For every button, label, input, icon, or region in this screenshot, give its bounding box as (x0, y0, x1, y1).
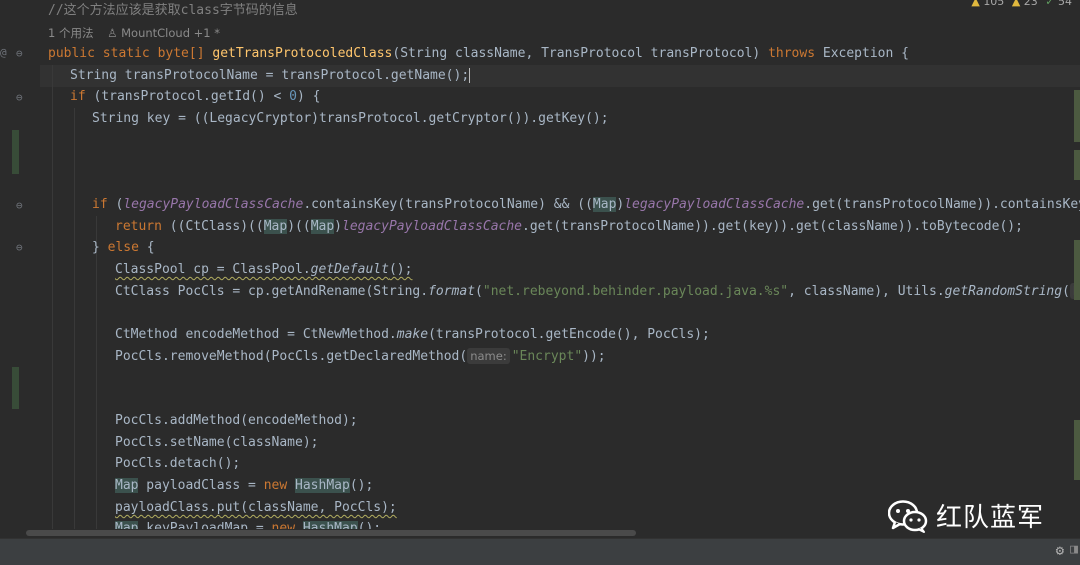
code-line: payloadClass.put(className, PocCls); (115, 500, 397, 515)
weak-warning-icon: ▲ (1011, 0, 1021, 8)
inspection-widget[interactable]: ▲ 105 ▲ 23 ✓ 54 (971, 0, 1072, 8)
editor-gutter[interactable]: @ ⊖ ⊖ ⊖ ⊖ (0, 0, 40, 538)
code-line: CtClass PocCls = cp.getAndRename(String.… (115, 281, 1080, 303)
code-vision-hint[interactable]: 1 个用法 ♙ MountCloud +1 * (48, 25, 220, 41)
code-line: PocCls.addMethod(encodeMethod); (115, 413, 358, 428)
watermark: 红队蓝军 (888, 497, 1044, 534)
author-info[interactable]: MountCloud +1 * (121, 26, 220, 40)
weak-warning-count: 23 (1023, 0, 1038, 8)
error-stripe-mark[interactable] (1074, 150, 1080, 180)
code-line: ClassPool cp = ClassPool.getDefault(); (115, 262, 413, 277)
code-line: return ((CtClass)((Map)((Map)legacyPaylo… (115, 219, 1023, 234)
code-line: if (transProtocol.getId() < 0) { (70, 89, 321, 104)
fold-if-end-icon[interactable]: ⊖ (16, 242, 23, 254)
error-stripe-mark[interactable] (1074, 90, 1080, 142)
error-stripe-mark[interactable] (1074, 420, 1080, 480)
fold-if-icon[interactable]: ⊖ (16, 92, 23, 104)
code-line: if (legacyPayloadClassCache.containsKey(… (92, 197, 1080, 212)
code-line: PocCls.removeMethod(PocCls.getDeclaredMe… (115, 348, 606, 364)
code-line: PocCls.detach(); (115, 456, 241, 471)
override-marker-icon[interactable]: @ (0, 47, 7, 59)
code-line: String key = ((LegacyCryptor)transProtoc… (92, 111, 609, 126)
warning-count: 105 (983, 0, 1005, 8)
vcs-change-marker[interactable] (12, 130, 19, 174)
watermark-text: 红队蓝军 (936, 503, 1045, 533)
check-count: 54 (1058, 0, 1072, 8)
parameter-hint: name: (467, 348, 510, 364)
fold-method-icon[interactable]: ⊖ (16, 48, 23, 60)
vcs-change-marker[interactable] (12, 367, 19, 409)
warning-icon: ▲ (971, 0, 980, 8)
code-comment: //这个方法应该是获取class字节码的信息 (48, 3, 298, 18)
check-icon: ✓ (1045, 0, 1055, 8)
fold-if-icon[interactable]: ⊖ (16, 200, 23, 212)
status-bar: ⚙ ◨ (0, 538, 1080, 565)
code-line: PocCls.setName(className); (115, 435, 319, 450)
usages-link[interactable]: 1 个用法 (48, 26, 93, 40)
indent-guide (96, 216, 97, 536)
text-cursor (469, 68, 471, 83)
indent-guide (52, 65, 53, 535)
code-line: Map payloadClass = new HashMap(); (115, 478, 374, 493)
gear-icon[interactable]: ⚙ (1056, 543, 1064, 559)
code-line: CtMethod encodeMethod = CtNewMethod.make… (115, 327, 710, 342)
scrollbar-thumb[interactable] (26, 530, 636, 536)
wechat-logo-icon (888, 499, 928, 533)
code-line: } else { (92, 240, 155, 255)
error-stripe-mark[interactable] (1074, 240, 1080, 300)
method-signature: public static byte[] getTransProtocoledC… (48, 46, 909, 61)
code-line: String transProtocolName = transProtocol… (70, 68, 471, 83)
author-icon: ♙ (107, 26, 118, 40)
status-indicator-icon[interactable]: ◨ (1070, 542, 1078, 557)
code-editor[interactable]: //这个方法应该是获取class字节码的信息 1 个用法 ♙ MountClou… (40, 0, 1080, 538)
indent-guide (74, 108, 75, 538)
